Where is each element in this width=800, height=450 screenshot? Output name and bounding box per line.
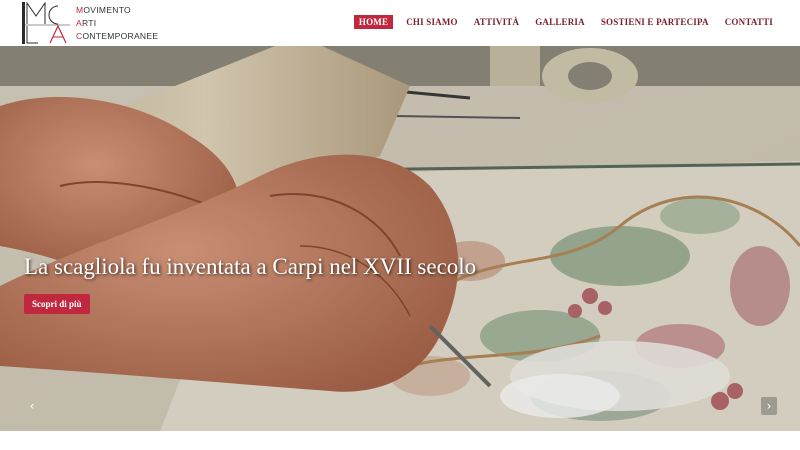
logo-line-2: ARTI <box>76 17 158 30</box>
logo-wordmark[interactable]: MOVIMENTO ARTI CONTEMPORANEE <box>76 4 158 43</box>
logo-word: OVIMENTO <box>83 5 131 15</box>
hero-image <box>0 46 800 431</box>
main-nav: HOME CHI SIAMO ATTIVITÀ GALLERIA SOSTIEN… <box>353 15 776 29</box>
chevron-left-icon[interactable]: ‹ <box>24 397 40 415</box>
hero-title: La scagliola fu inventata a Carpi nel XV… <box>24 254 477 279</box>
logo-word: RTI <box>81 18 97 28</box>
logo-line-1: MOVIMENTO <box>76 4 158 17</box>
hero-slider: La scagliola fu inventata a Carpi nel XV… <box>0 46 800 431</box>
site-header: MOVIMENTO ARTI CONTEMPORANEE HOME CHI SI… <box>0 0 800 46</box>
nav-item-chi-siamo[interactable]: CHI SIAMO <box>403 15 461 29</box>
logo-line-3: CONTEMPORANEE <box>76 30 158 43</box>
logo-word: ONTEMPORANEE <box>82 31 159 41</box>
nav-item-contatti[interactable]: CONTATTI <box>722 15 776 29</box>
nav-item-galleria[interactable]: GALLERIA <box>532 15 588 29</box>
discover-more-button[interactable]: Scopri di più <box>24 294 90 314</box>
nav-item-attivita[interactable]: ATTIVITÀ <box>471 15 522 29</box>
chevron-right-icon[interactable]: › <box>761 397 777 415</box>
nav-item-home[interactable]: HOME <box>353 15 394 29</box>
site-logo[interactable] <box>22 2 72 44</box>
page-bottom-strip <box>0 431 800 450</box>
nav-item-sostieni-e-partecipa[interactable]: SOSTIENI E PARTECIPA <box>598 15 712 29</box>
